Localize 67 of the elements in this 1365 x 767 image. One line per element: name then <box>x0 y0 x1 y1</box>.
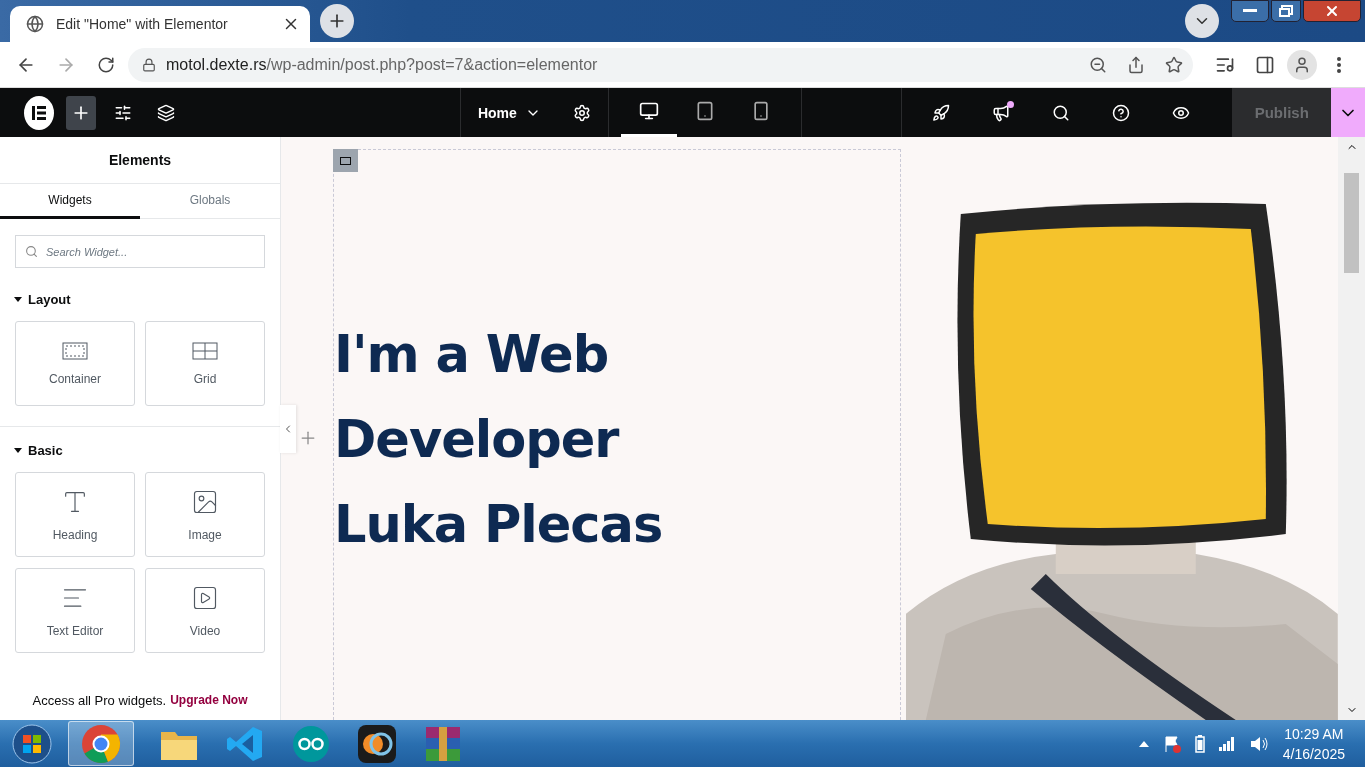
section-header[interactable]: Basic <box>14 443 280 458</box>
restore-button[interactable] <box>1271 0 1301 22</box>
help-icon <box>1112 103 1131 122</box>
profile-avatar[interactable] <box>1287 49 1317 80</box>
widget-tile[interactable]: Image <box>145 472 265 557</box>
person-icon <box>1293 55 1311 74</box>
menu-icon <box>1337 56 1341 73</box>
grid-icon <box>192 341 218 360</box>
container-icon <box>340 156 351 165</box>
section-header[interactable]: Layout <box>14 292 280 307</box>
widget-tile[interactable]: Container <box>15 321 135 406</box>
new-tab-button[interactable] <box>320 4 354 38</box>
widget-tile[interactable]: Video <box>145 568 265 653</box>
zoom-out-icon[interactable] <box>1089 55 1107 74</box>
rocket-icon <box>932 103 951 122</box>
desktop-icon <box>638 101 659 121</box>
tab-search-button[interactable] <box>1185 4 1219 38</box>
code-editor-icon <box>226 724 264 763</box>
tray-arrow-icon[interactable] <box>1138 740 1149 747</box>
search-field[interactable]: Search Widget... <box>15 235 265 268</box>
elementor-logo[interactable] <box>24 95 55 130</box>
layers-icon <box>156 103 175 122</box>
clock-time: 10:29 AM <box>1284 724 1344 744</box>
signal-icon[interactable] <box>1218 736 1235 751</box>
panel-tab[interactable]: Widgets <box>0 184 140 219</box>
scrollbar-thumb[interactable] <box>1344 173 1359 273</box>
tab-title: Edit "Home" with Elementor <box>56 16 229 32</box>
infinity-icon <box>292 724 330 763</box>
close-button[interactable] <box>1303 0 1361 22</box>
container-handle[interactable] <box>333 149 358 172</box>
browser-tab[interactable]: Edit "Home" with Elementor <box>10 6 310 42</box>
widget-tile[interactable]: Heading <box>15 472 135 557</box>
side-panel-icon <box>1255 54 1275 75</box>
speaker-icon[interactable] <box>1248 734 1269 753</box>
search-icon <box>25 245 38 258</box>
clock-date: 4/16/2025 <box>1282 744 1345 764</box>
app-icon <box>357 723 397 764</box>
battery-icon[interactable] <box>1194 734 1205 753</box>
lock-icon <box>142 57 156 72</box>
reload-icon <box>97 55 115 74</box>
widget-tile[interactable]: Grid <box>145 321 265 406</box>
panel-title: Elements <box>0 137 280 184</box>
clock[interactable]: 10:29 AM 4/16/2025 <box>1282 723 1345 764</box>
settings-icon[interactable] <box>572 103 591 122</box>
minimize-button[interactable] <box>1231 0 1269 22</box>
close-icon <box>1324 3 1340 19</box>
page-menu[interactable]: Home <box>477 104 541 121</box>
minimize-icon <box>1243 9 1257 13</box>
add-element-button[interactable] <box>66 95 97 130</box>
megaphone-icon <box>992 103 1011 122</box>
upgrade-link[interactable]: Upgrade Now <box>170 693 248 707</box>
star-icon[interactable] <box>1165 55 1183 74</box>
url-text: motol.dexte.rs/wp-admin/post.php?post=7&action=elementor <box>166 55 599 74</box>
search-icon <box>1052 103 1071 122</box>
restore-icon <box>1279 5 1293 17</box>
sliders-icon <box>114 103 133 122</box>
chrome-icon <box>81 723 121 764</box>
share-icon[interactable] <box>1127 55 1145 74</box>
flag-icon[interactable] <box>1162 734 1181 753</box>
container-icon <box>62 341 88 360</box>
widget-tile[interactable]: Text Editor <box>15 568 135 653</box>
promo-text: Access all Pro widgets. <box>32 692 167 708</box>
globe-icon <box>26 15 44 33</box>
address-bar[interactable]: motol.dexte.rs/wp-admin/post.php?post=7&action=elementor <box>128 47 1193 82</box>
panel-tab[interactable]: Globals <box>140 184 280 219</box>
windows-logo-icon <box>12 723 52 764</box>
hero-heading: I'm a Web Developer Luka Plecas <box>334 324 663 556</box>
